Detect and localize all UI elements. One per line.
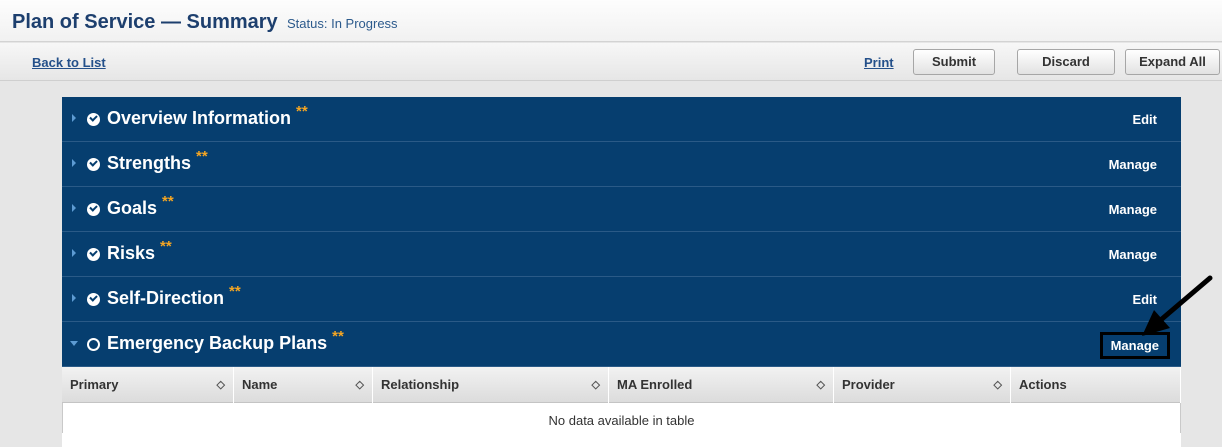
edit-button[interactable]: Edit [1132, 112, 1157, 127]
caret-down-icon[interactable] [70, 341, 78, 346]
title-bar: Plan of Service — Summary Status: In Pro… [0, 0, 1222, 42]
column-header-primary[interactable]: Primary ◇ [62, 367, 234, 403]
sections-panel: Overview Information ** Edit Strengths ** … [62, 97, 1181, 447]
check-circle-icon [87, 293, 100, 306]
section-risks[interactable]: Risks ** Manage [62, 232, 1181, 277]
column-header-relationship[interactable]: Relationship ◇ [373, 367, 609, 403]
section-title: Overview Information ** [107, 103, 308, 128]
sort-icon[interactable]: ◇ [817, 367, 825, 403]
sort-icon[interactable]: ◇ [217, 367, 225, 403]
section-title: Goals ** [107, 193, 174, 218]
section-self-direction[interactable]: Self-Direction ** Edit [62, 277, 1181, 322]
sort-icon[interactable]: ◇ [356, 367, 364, 403]
discard-button[interactable]: Discard [1017, 49, 1115, 75]
column-header-ma-enrolled[interactable]: MA Enrolled ◇ [609, 367, 834, 403]
section-title: Self-Direction ** [107, 283, 241, 308]
section-title: Strengths ** [107, 148, 208, 173]
print-link[interactable]: Print [864, 55, 894, 70]
check-circle-icon [87, 113, 100, 126]
empty-table-message: No data available in table [62, 403, 1181, 433]
empty-circle-icon [87, 338, 100, 351]
required-stars: ** [160, 238, 172, 255]
check-circle-icon [87, 158, 100, 171]
column-header-provider[interactable]: Provider ◇ [834, 367, 1011, 403]
section-title: Emergency Backup Plans ** [107, 328, 344, 353]
caret-right-icon[interactable] [72, 294, 76, 302]
required-stars: ** [296, 103, 308, 120]
required-stars: ** [162, 193, 174, 210]
toolbar: Back to List Print Submit Discard Expand… [0, 43, 1222, 81]
required-stars: ** [332, 328, 344, 345]
sort-icon[interactable]: ◇ [994, 367, 1002, 403]
section-strengths[interactable]: Strengths ** Manage [62, 142, 1181, 187]
section-overview-information[interactable]: Overview Information ** Edit [62, 97, 1181, 142]
manage-button[interactable]: Manage [1109, 202, 1157, 217]
column-header-actions: Actions [1011, 367, 1181, 403]
check-circle-icon [87, 203, 100, 216]
caret-right-icon[interactable] [72, 159, 76, 167]
status-text: Status: In Progress [287, 16, 398, 31]
section-title: Risks ** [107, 238, 172, 263]
column-header-name[interactable]: Name ◇ [234, 367, 373, 403]
table-header: Primary ◇ Name ◇ Relationship ◇ MA Enrolled… [62, 367, 1181, 403]
caret-right-icon[interactable] [72, 204, 76, 212]
required-stars: ** [229, 283, 241, 300]
expand-all-button[interactable]: Expand All [1125, 49, 1220, 75]
submit-button[interactable]: Submit [913, 49, 995, 75]
caret-right-icon[interactable] [72, 114, 76, 122]
required-stars: ** [196, 148, 208, 165]
check-circle-icon [87, 248, 100, 261]
manage-button[interactable]: Manage [1109, 247, 1157, 262]
caret-right-icon[interactable] [72, 249, 76, 257]
manage-button[interactable]: Manage [1109, 157, 1157, 172]
section-emergency-backup-plans[interactable]: Emergency Backup Plans ** Manage [62, 322, 1181, 367]
sort-icon[interactable]: ◇ [592, 367, 600, 403]
page-title: Plan of Service — Summary [12, 11, 278, 33]
section-goals[interactable]: Goals ** Manage [62, 187, 1181, 232]
callout-arrow-icon [1142, 275, 1213, 336]
back-to-list-link[interactable]: Back to List [32, 55, 106, 70]
